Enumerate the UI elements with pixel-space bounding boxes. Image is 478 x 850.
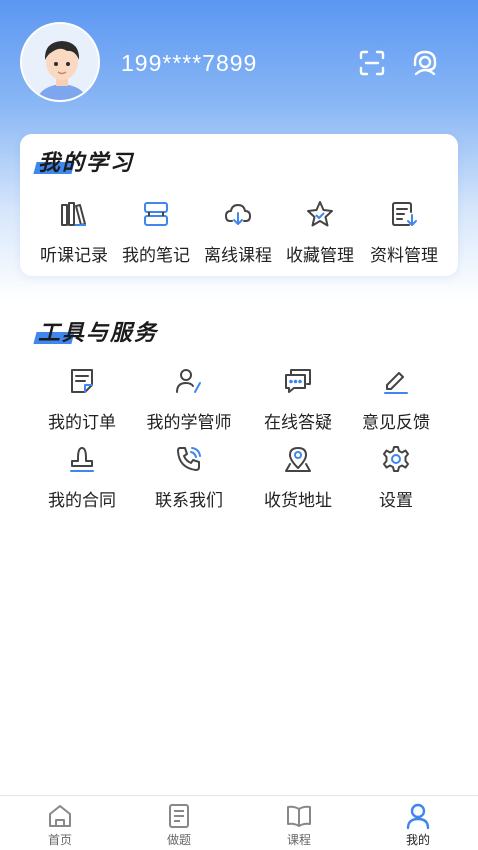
tool-item-label: 设置	[379, 491, 413, 511]
avatar[interactable]	[20, 22, 100, 102]
document-download-icon	[387, 197, 421, 231]
study-item-listen-history[interactable]: 听课记录	[36, 197, 112, 266]
tool-item-label: 在线答疑	[264, 413, 332, 433]
tool-item-orders[interactable]: 我的订单	[42, 364, 122, 433]
tool-item-label: 我的学管师	[146, 413, 232, 433]
tool-item-settings[interactable]: 设置	[356, 442, 436, 511]
chat-icon	[281, 364, 315, 398]
tool-item-label: 意见反馈	[362, 413, 430, 433]
study-item-label: 我的笔记	[122, 246, 190, 266]
cloud-download-icon	[221, 197, 255, 231]
tool-item-online-qa[interactable]: 在线答疑	[258, 364, 338, 433]
tool-item-label: 收货地址	[264, 491, 332, 511]
tools-title: 工具与服务	[33, 315, 158, 347]
home-icon	[47, 801, 73, 831]
tab-label: 首页	[47, 833, 72, 847]
course-book-icon	[285, 801, 313, 831]
user-icon	[405, 801, 431, 831]
books-icon	[57, 197, 91, 231]
profile-header: 199****7899	[0, 0, 478, 130]
study-item-materials[interactable]: 资料管理	[364, 197, 444, 266]
order-icon	[65, 364, 99, 398]
tool-item-label: 联系我们	[155, 491, 223, 511]
study-item-label: 离线课程	[204, 246, 272, 266]
tab-label: 课程	[286, 833, 311, 847]
stamp-icon	[65, 442, 99, 476]
tab-courses[interactable]: 课程	[239, 796, 359, 850]
tool-item-contact-us[interactable]: 联系我们	[149, 442, 229, 511]
location-icon	[281, 442, 315, 476]
tutor-icon	[172, 364, 206, 398]
tab-label: 我的	[405, 833, 430, 847]
notes-icon	[139, 197, 173, 231]
star-icon	[303, 197, 337, 231]
study-item-my-notes[interactable]: 我的笔记	[118, 197, 194, 266]
edit-icon	[379, 364, 413, 398]
customer-service-icon[interactable]	[407, 45, 443, 81]
tool-item-address[interactable]: 收货地址	[258, 442, 338, 511]
tool-item-tutor[interactable]: 我的学管师	[140, 364, 238, 433]
study-item-favorites[interactable]: 收藏管理	[282, 197, 358, 266]
tab-home[interactable]: 首页	[0, 796, 120, 850]
tab-mine[interactable]: 我的	[358, 796, 478, 850]
user-phone: 199****7899	[121, 50, 258, 76]
phone-icon	[172, 442, 206, 476]
my-study-title: 我的学习	[33, 145, 134, 177]
exercise-icon	[166, 801, 192, 831]
tab-exercise[interactable]: 做题	[119, 796, 239, 850]
tool-item-feedback[interactable]: 意见反馈	[356, 364, 436, 433]
bottom-tab-bar: 首页 做题 课程 我的	[0, 795, 478, 850]
tab-label: 做题	[166, 833, 191, 847]
study-item-label: 资料管理	[370, 246, 438, 266]
study-item-label: 收藏管理	[286, 246, 354, 266]
scan-icon[interactable]	[354, 45, 390, 81]
tool-item-label: 我的订单	[48, 413, 116, 433]
tool-item-label: 我的合同	[48, 491, 116, 511]
study-item-label: 听课记录	[40, 246, 108, 266]
tool-item-contracts[interactable]: 我的合同	[42, 442, 122, 511]
gear-icon	[379, 442, 413, 476]
study-item-offline-courses[interactable]: 离线课程	[200, 197, 276, 266]
